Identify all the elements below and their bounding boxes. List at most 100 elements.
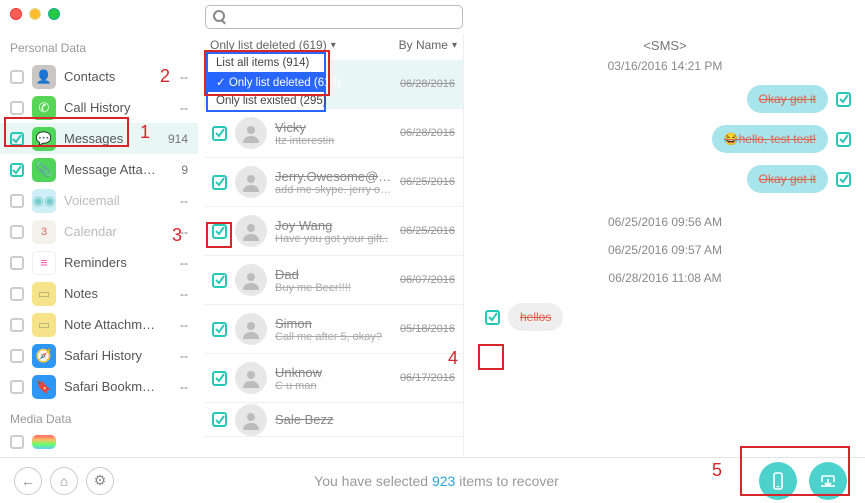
search-input[interactable] — [205, 5, 463, 29]
sidebar-item-calendar[interactable]: 3 Calendar -- — [0, 216, 198, 247]
sidebar-item-media-cut[interactable] — [0, 432, 198, 452]
sidebar-item-count: -- — [168, 349, 188, 363]
attachment-icon: 📎 — [32, 158, 56, 182]
message-bubble[interactable]: Okay got it — [747, 85, 828, 113]
sidebar-item-safari-bookmarks[interactable]: 🔖 Safari Bookmarks -- — [0, 371, 198, 402]
sidebar-item-count: 9 — [168, 163, 188, 177]
footer-status: You have selected 923 items to recover — [114, 473, 759, 489]
checkbox-icon[interactable] — [212, 175, 227, 190]
sidebar-item-note-attachment[interactable]: ▭ Note Attachment -- — [0, 309, 198, 340]
checkbox-icon[interactable] — [212, 412, 227, 427]
checkbox-icon[interactable] — [212, 322, 227, 337]
detail-time: 06/25/2016 09:56 AM — [479, 215, 851, 229]
thread-date: 06/28/2016 — [400, 78, 455, 90]
thread-row[interactable]: UnknowC u man 06/17/2016 — [204, 354, 463, 403]
annotation-number: 5 — [712, 460, 722, 481]
thread-date: 06/07/2016 — [400, 274, 455, 286]
filter-dropdown[interactable]: Only list deleted (619) ▾ — [210, 38, 336, 52]
minimize-icon[interactable] — [29, 8, 41, 20]
thread-row[interactable]: Jerry.Owesome@aol.comadd me skype. jerry… — [204, 158, 463, 207]
thread-row[interactable]: SimonCall me after 5, okay? 05/18/2016 — [204, 305, 463, 354]
message-bubble[interactable]: 😂hello, test test! — [712, 125, 828, 153]
checkbox-icon[interactable] — [10, 101, 24, 115]
sidebar-item-label: Notes — [64, 286, 160, 301]
checkbox-icon[interactable] — [836, 172, 851, 187]
settings-button[interactable]: ⚙ — [86, 467, 114, 495]
checkbox-icon[interactable] — [212, 126, 227, 141]
checkbox-icon[interactable] — [10, 163, 24, 177]
chevron-down-icon: ▾ — [452, 40, 457, 51]
checkbox-icon[interactable] — [836, 92, 851, 107]
sidebar-item-label: Reminders — [64, 255, 160, 270]
sidebar-item-call-history[interactable]: ✆ Call History -- — [0, 92, 198, 123]
voicemail-icon: ◉◉ — [32, 189, 56, 213]
thread-row[interactable]: VickyItz interestin 06/28/2016 — [204, 109, 463, 158]
sidebar-item-count: -- — [168, 287, 188, 301]
checkbox-icon[interactable] — [485, 310, 500, 325]
annotation-number: 1 — [140, 122, 150, 143]
checkbox-icon[interactable] — [10, 194, 24, 208]
sidebar-item-count: -- — [168, 101, 188, 115]
thread-list: 06/28/2016 VickyItz interestin 06/28/201… — [204, 60, 463, 457]
message-bubble[interactable]: hellos — [508, 303, 563, 331]
dropdown-option[interactable]: List all items (914) — [208, 54, 324, 72]
sidebar-item-reminders[interactable]: ≡ Reminders -- — [0, 247, 198, 278]
checkbox-icon[interactable] — [10, 435, 24, 449]
search-icon — [213, 10, 225, 22]
back-button[interactable]: ← — [14, 467, 42, 495]
home-button[interactable]: ⌂ — [50, 467, 78, 495]
thread-row[interactable]: Joy WangHave you got your gift.. 06/25/2… — [204, 207, 463, 256]
messages-icon: 💬 — [32, 127, 56, 151]
detail-header-time: 03/16/2016 14:21 PM — [479, 59, 851, 73]
checkbox-icon[interactable] — [10, 380, 24, 394]
thread-date: 05/18/2016 — [400, 323, 455, 335]
checkbox-icon[interactable] — [212, 224, 227, 239]
sidebar-item-label: Note Attachment — [64, 317, 160, 332]
avatar — [235, 313, 267, 345]
checkbox-icon[interactable] — [212, 371, 227, 386]
checkbox-icon[interactable] — [10, 256, 24, 270]
sidebar-item-count: -- — [168, 194, 188, 208]
sidebar-item-label: Message Attac… — [64, 162, 160, 177]
footer-suffix: items to recover — [455, 473, 558, 489]
checkbox-icon[interactable] — [10, 70, 24, 84]
sidebar-item-voicemail[interactable]: ◉◉ Voicemail -- — [0, 185, 198, 216]
detail-time: 06/25/2016 09:57 AM — [479, 243, 851, 257]
thread-row[interactable]: DadBuy me Beer!!!! 06/07/2016 — [204, 256, 463, 305]
sidebar-item-count: -- — [168, 380, 188, 394]
thread-row[interactable]: Sale Bezz — [204, 403, 463, 437]
thread-date: 06/25/2016 — [400, 176, 455, 188]
close-icon[interactable] — [10, 8, 22, 20]
sort-dropdown[interactable]: By Name ▾ — [399, 38, 457, 52]
checkbox-icon[interactable] — [10, 225, 24, 239]
recover-to-computer-button[interactable] — [809, 462, 847, 500]
dropdown-option[interactable]: Only list existed (295) — [208, 92, 324, 110]
avatar — [235, 264, 267, 296]
zoom-icon[interactable] — [48, 8, 60, 20]
thread-name: Simon — [275, 316, 392, 331]
checkbox-icon[interactable] — [836, 132, 851, 147]
phone-icon: ✆ — [32, 96, 56, 120]
reminders-icon: ≡ — [32, 251, 56, 275]
checkbox-icon[interactable] — [10, 287, 24, 301]
sidebar-item-label: Calendar — [64, 224, 160, 239]
checkbox-icon[interactable] — [10, 318, 24, 332]
checkbox-icon[interactable] — [10, 349, 24, 363]
sidebar-item-notes[interactable]: ▭ Notes -- — [0, 278, 198, 309]
recover-to-device-button[interactable] — [759, 462, 797, 500]
detail-title: <SMS> — [479, 38, 851, 53]
filter-current: Only list deleted (619) — [210, 38, 327, 52]
search-wrap — [205, 5, 463, 29]
footer-count: 923 — [432, 473, 455, 489]
dropdown-option[interactable]: Only list deleted (619) — [208, 72, 324, 92]
thread-name: Dad — [275, 267, 392, 282]
checkbox-icon[interactable] — [212, 273, 227, 288]
checkbox-icon[interactable] — [10, 132, 24, 146]
sidebar-item-safari-history[interactable]: 🧭 Safari History -- — [0, 340, 198, 371]
safari-history-icon: 🧭 — [32, 344, 56, 368]
thread-date: 06/17/2016 — [400, 372, 455, 384]
message-bubble[interactable]: Okay got it — [747, 165, 828, 193]
sidebar-item-message-attach[interactable]: 📎 Message Attac… 9 — [0, 154, 198, 185]
thread-preview: Call me after 5, okay? — [275, 331, 392, 343]
sidebar-item-messages[interactable]: 💬 Messages 914 — [0, 123, 198, 154]
